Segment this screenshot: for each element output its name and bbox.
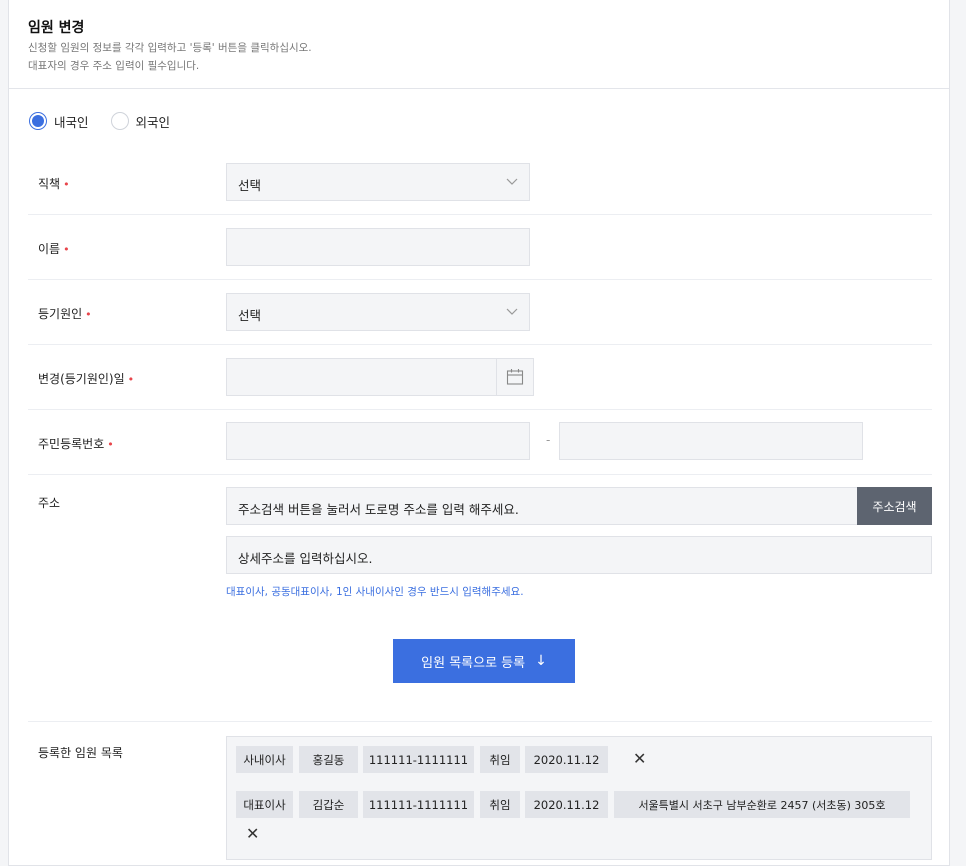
radio-foreign-label[interactable]: 외국인 <box>136 112 171 131</box>
close-icon[interactable]: ✕ <box>633 749 646 768</box>
address-search-placeholder: 주소검색 버튼을 눌러서 도로명 주소를 입력 해주세요. <box>238 502 519 517</box>
required-mark: • <box>63 178 70 191</box>
officer-chip-date: 2020.11.12 <box>525 791 608 818</box>
instruction-text-address: 대표자의 경우 주소 입력이 필수입니다. <box>28 60 200 72</box>
arrow-down-icon: ↓ <box>535 653 547 669</box>
position-select-value: 선택 <box>238 178 262 193</box>
list-item: 대표이사 김갑순 111111-1111111 취임 2020.11.12 서울… <box>236 791 926 851</box>
officer-chip-name: 김갑순 <box>299 791 358 818</box>
reason-label: 등기원인 • <box>38 307 92 321</box>
radio-foreign[interactable] <box>110 112 129 130</box>
officer-chip-date: 2020.11.12 <box>525 746 608 773</box>
name-label: 이름 • <box>38 242 70 256</box>
rrn-front-input[interactable] <box>226 422 530 460</box>
name-input[interactable] <box>226 228 530 266</box>
change-date-label: 변경(등기원인)일 • <box>38 372 135 386</box>
change-date-row: 변경(등기원인)일 • <box>28 345 932 410</box>
rrn-separator: - <box>546 433 551 447</box>
address-search-button[interactable]: 주소검색 <box>857 487 932 525</box>
page-background <box>950 0 966 866</box>
required-mark: • <box>63 243 70 256</box>
reason-select-value: 선택 <box>238 308 262 323</box>
close-icon[interactable]: ✕ <box>246 824 259 843</box>
calendar-icon <box>506 369 524 385</box>
rrn-row: 주민등록번호 • - <box>28 410 932 475</box>
required-mark: • <box>85 308 92 321</box>
chevron-down-icon <box>506 308 518 315</box>
address-label: 주소 <box>38 496 61 510</box>
officer-chip-name: 홍길동 <box>299 746 358 773</box>
officer-change-panel: 임원 변경 신청할 임원의 정보를 각각 입력하고 '등록' 버튼을 클릭하십시… <box>8 0 950 866</box>
address-detail-input[interactable]: 상세주소를 입력하십시오. <box>226 536 932 574</box>
list-item: 사내이사 홍길동 111111-1111111 취임 2020.11.12 ✕ <box>236 746 926 773</box>
officer-chip-rrn: 111111-1111111 <box>363 746 474 773</box>
address-detail-placeholder: 상세주소를 입력하십시오. <box>238 551 373 566</box>
page-title: 임원 변경 <box>28 20 85 36</box>
radio-domestic[interactable] <box>29 112 47 130</box>
officer-chip-rrn: 111111-1111111 <box>363 791 474 818</box>
rrn-back-input[interactable] <box>559 422 863 460</box>
officer-chip-role: 대표이사 <box>236 791 293 818</box>
radio-selected-dot <box>32 115 44 127</box>
officer-chip-action: 취임 <box>480 791 520 818</box>
change-date-input[interactable] <box>226 358 534 396</box>
reason-select[interactable]: 선택 <box>226 293 530 331</box>
officer-chip-action: 취임 <box>480 746 520 773</box>
nationality-radio-group: 내국인 외국인 <box>29 110 192 132</box>
divider <box>28 721 932 722</box>
chevron-down-icon <box>506 178 518 185</box>
register-button-label: 임원 목록으로 등록 <box>421 655 526 671</box>
instruction-text: 신청할 임원의 정보를 각각 입력하고 '등록' 버튼을 클릭하십시오. <box>28 42 312 54</box>
required-mark: • <box>107 438 114 451</box>
address-search-input[interactable]: 주소검색 버튼을 눌러서 도로명 주소를 입력 해주세요. <box>226 487 858 525</box>
name-row: 이름 • <box>28 215 932 280</box>
officer-chip-role: 사내이사 <box>236 746 293 773</box>
officer-chip-address: 서울특별시 서초구 남부순환로 2457 (서초동) 305호 <box>614 791 910 818</box>
registered-list-label: 등록한 임원 목록 <box>38 746 123 760</box>
reason-row: 등기원인 • 선택 <box>28 280 932 345</box>
position-row: 직책 • 선택 <box>28 150 932 215</box>
address-required-note: 대표이사, 공동대표이사, 1인 사내이사인 경우 반드시 입력해주세요. <box>226 586 524 598</box>
registered-officer-list: 사내이사 홍길동 111111-1111111 취임 2020.11.12 ✕ … <box>226 736 932 860</box>
date-picker-button[interactable] <box>496 359 533 395</box>
required-mark: • <box>127 373 135 386</box>
register-officer-button[interactable]: 임원 목록으로 등록 ↓ <box>393 639 575 683</box>
rrn-label: 주민등록번호 • <box>38 437 114 451</box>
position-label: 직책 • <box>38 177 70 191</box>
radio-domestic-label[interactable]: 내국인 <box>54 112 89 131</box>
panel-header: 임원 변경 신청할 임원의 정보를 각각 입력하고 '등록' 버튼을 클릭하십시… <box>9 0 949 89</box>
position-select[interactable]: 선택 <box>226 163 530 201</box>
